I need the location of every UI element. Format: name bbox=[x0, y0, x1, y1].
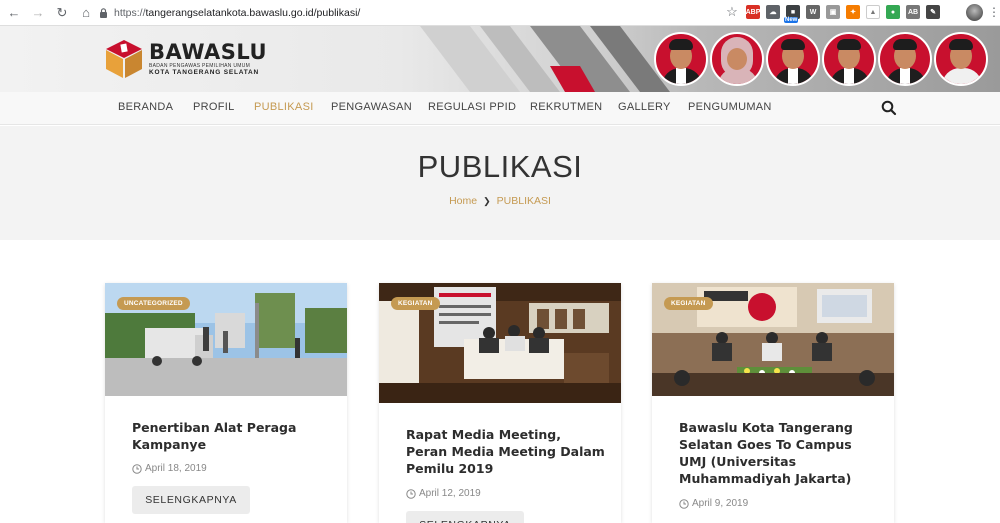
category-badge[interactable]: UNCATEGORIZED bbox=[117, 297, 190, 310]
breadcrumb-separator-icon: ❯ bbox=[483, 196, 491, 206]
home-icon[interactable]: ⌂ bbox=[76, 3, 96, 23]
post-title[interactable]: Rapat Media Meeting, Peran Media Meeting… bbox=[406, 426, 606, 477]
tools-extension-icon[interactable]: ✦ bbox=[846, 5, 860, 19]
bawaslu-logo[interactable]: BAWASLU BADAN PENGAWAS PEMILIHAN UMUM KO… bbox=[104, 38, 267, 80]
image-extension-icon[interactable]: ▣ bbox=[826, 5, 840, 19]
site-header: BAWASLU BADAN PENGAWAS PEMILIHAN UMUM KO… bbox=[0, 26, 1000, 92]
bookmark-star-icon[interactable]: ☆ bbox=[724, 4, 740, 20]
post-date: April 18, 2019 bbox=[132, 463, 207, 474]
wordpress-extension-icon[interactable]: W bbox=[806, 5, 820, 19]
nav-item-regulasi-ppid[interactable]: REGULASI PPID bbox=[428, 101, 516, 113]
official-portrait bbox=[766, 32, 820, 86]
bawaslu-emblem-icon bbox=[104, 38, 144, 80]
post-card: KEGIATAN Bawaslu Kota Tangerang Selatan … bbox=[652, 283, 894, 523]
cloud-extension-icon[interactable]: ☁ bbox=[766, 5, 780, 19]
nav-item-beranda[interactable]: BERANDA bbox=[118, 101, 173, 113]
logo-region: KOTA TANGERANG SELATAN bbox=[149, 69, 260, 76]
official-portrait bbox=[822, 32, 876, 86]
post-thumbnail[interactable]: UNCATEGORIZED bbox=[105, 283, 347, 396]
search-icon[interactable] bbox=[880, 99, 898, 117]
breadcrumb-home[interactable]: Home bbox=[449, 195, 477, 207]
nav-item-pengawasan[interactable]: PENGAWASAN bbox=[331, 101, 412, 113]
text-extension-icon[interactable]: AB bbox=[906, 5, 920, 19]
browser-menu-icon[interactable]: ⋮ bbox=[988, 4, 1000, 21]
post-date-text: April 12, 2019 bbox=[419, 488, 481, 499]
breadcrumb: Home ❯ PUBLIKASI bbox=[0, 195, 1000, 207]
clock-icon bbox=[132, 463, 142, 474]
category-badge[interactable]: KEGIATAN bbox=[664, 297, 713, 310]
nav-item-pengumuman[interactable]: PENGUMUMAN bbox=[688, 101, 772, 113]
clock-icon bbox=[406, 488, 416, 499]
officials-portraits bbox=[654, 32, 988, 86]
nav-item-publikasi[interactable]: PUBLIKASI bbox=[254, 101, 314, 113]
category-badge[interactable]: KEGIATAN bbox=[391, 297, 440, 310]
nav-item-profil[interactable]: PROFIL bbox=[193, 101, 235, 113]
post-card: KEGIATAN Rapat Media Meeting, Peran Medi… bbox=[379, 283, 621, 523]
post-thumbnail[interactable]: KEGIATAN bbox=[652, 283, 894, 396]
page-title: PUBLIKASI bbox=[417, 149, 583, 184]
clock-icon bbox=[679, 498, 689, 509]
post-card: UNCATEGORIZED Penertiban Alat Peraga Kam… bbox=[105, 283, 347, 523]
post-title[interactable]: Penertiban Alat Peraga Kampanye bbox=[132, 419, 332, 453]
nav-item-gallery[interactable]: GALLERY bbox=[618, 101, 671, 113]
official-portrait bbox=[934, 32, 988, 86]
drive-extension-icon[interactable]: ▲ bbox=[866, 5, 880, 19]
logo-title: BAWASLU bbox=[149, 40, 268, 64]
post-title[interactable]: Bawaslu Kota Tangerang Selatan Goes To C… bbox=[679, 419, 879, 487]
post-thumbnail[interactable]: KEGIATAN bbox=[379, 283, 621, 403]
adblock-extension-icon[interactable]: ABP bbox=[746, 5, 760, 19]
post-date: April 9, 2019 bbox=[679, 498, 748, 509]
lock-icon bbox=[96, 6, 110, 20]
url-text: https://tangerangselatankota.bawaslu.go.… bbox=[114, 7, 361, 19]
green-extension-icon[interactable]: ● bbox=[886, 5, 900, 19]
post-date-text: April 9, 2019 bbox=[692, 498, 749, 509]
breadcrumb-current: PUBLIKASI bbox=[496, 195, 551, 207]
official-portrait bbox=[710, 32, 764, 86]
browser-toolbar: ← → ↻ ⌂ https://tangerangselatankota.baw… bbox=[0, 0, 1000, 26]
post-date: April 12, 2019 bbox=[406, 488, 481, 499]
main-nav: BERANDA PROFIL PUBLIKASI PENGAWASAN REGU… bbox=[0, 92, 1000, 125]
reload-icon[interactable]: ↻ bbox=[52, 3, 72, 23]
read-more-button[interactable]: SELENGKAPNYA bbox=[132, 486, 250, 514]
decorative-stripes bbox=[420, 26, 670, 92]
puzzle-extension-icon[interactable]: ✎ bbox=[926, 5, 940, 19]
address-bar[interactable]: https://tangerangselatankota.bawaslu.go.… bbox=[96, 4, 748, 22]
post-date-text: April 18, 2019 bbox=[145, 463, 207, 474]
nav-item-rekrutmen[interactable]: REKRUTMEN bbox=[530, 101, 602, 113]
forward-icon[interactable]: → bbox=[28, 3, 48, 23]
profile-avatar[interactable] bbox=[966, 4, 983, 21]
read-more-button[interactable]: SELENGKAPNYA bbox=[406, 511, 524, 523]
back-icon[interactable]: ← bbox=[4, 3, 24, 23]
official-portrait bbox=[878, 32, 932, 86]
new-extension-icon[interactable]: ■ New bbox=[784, 5, 800, 23]
extensions-bar: ABP ☁ ■ New W ▣ ✦ ▲ ● AB ✎ bbox=[746, 5, 940, 23]
official-portrait bbox=[654, 32, 708, 86]
